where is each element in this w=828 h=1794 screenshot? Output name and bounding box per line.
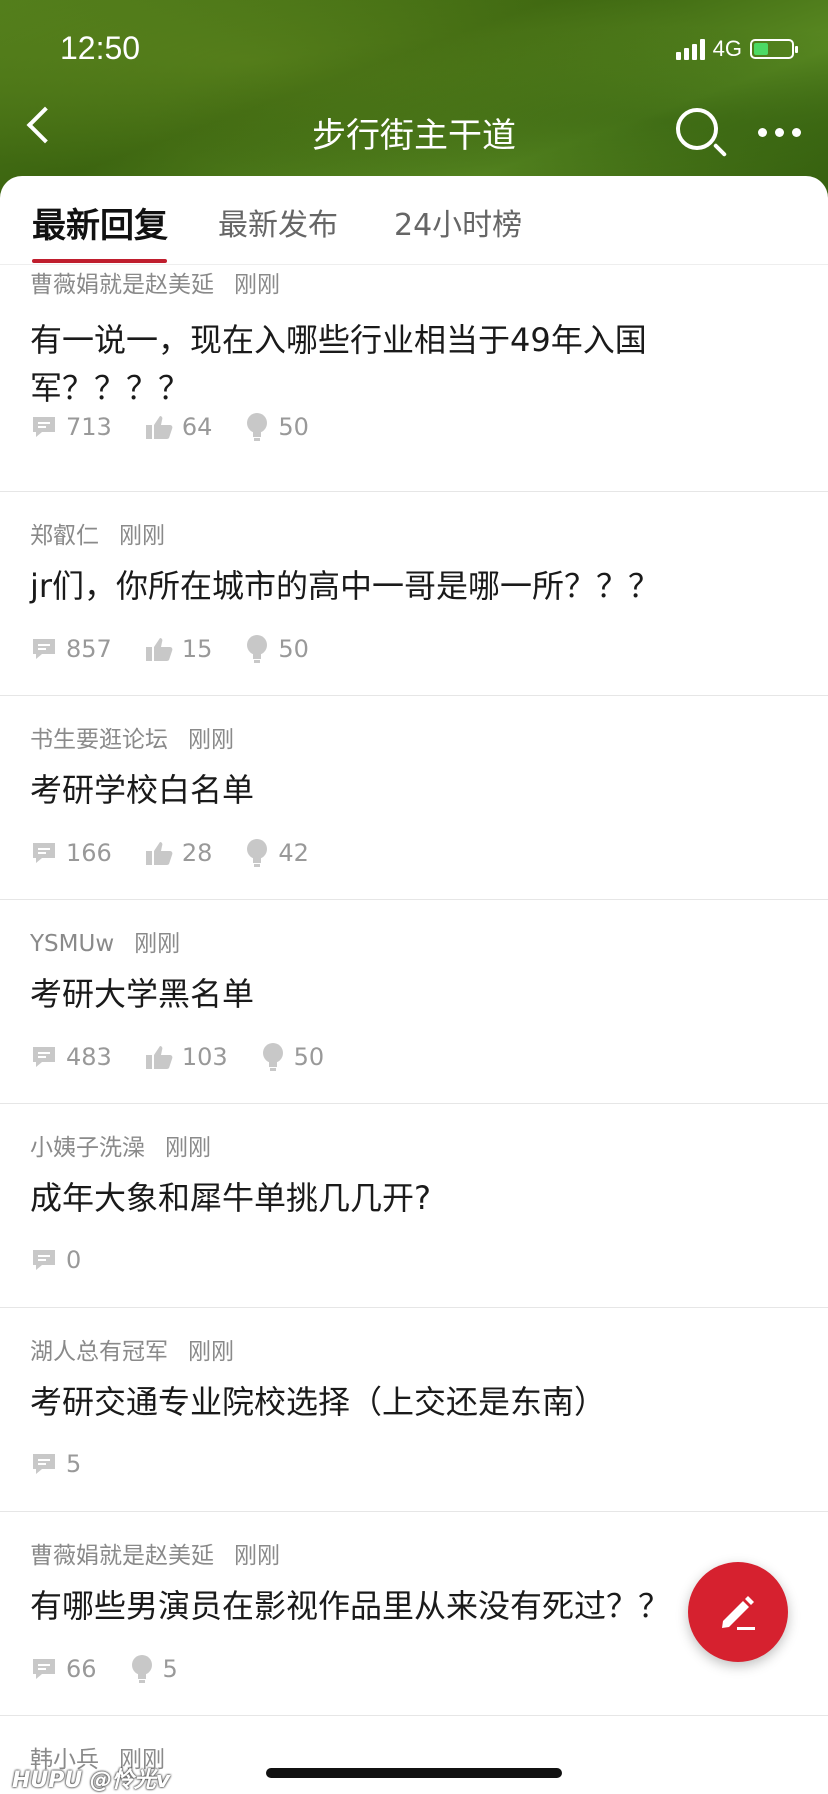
home-indicator[interactable] (266, 1768, 562, 1778)
reply-icon (33, 1659, 55, 1679)
reply-count: 483 (30, 1043, 112, 1071)
post-time: 刚刚 (165, 1135, 211, 1161)
reply-icon (33, 1454, 55, 1474)
search-icon[interactable] (676, 108, 718, 150)
post-title[interactable]: 有一说一，现在入哪些行业相当于49年入国军？？？？ (30, 316, 708, 412)
post-stats: 857 15 50 (30, 634, 341, 664)
watermark: HUPU @怜光v (12, 1768, 171, 1793)
post-stats: 5 (30, 1450, 113, 1478)
post-meta: 曹薇娟就是赵美延 刚刚 (30, 1536, 280, 1570)
tab-24h-rank[interactable]: 24小时榜 (394, 200, 522, 244)
post-title[interactable]: 成年大象和犀牛单挑几几开? (30, 1174, 708, 1222)
post-time: 刚刚 (234, 272, 280, 298)
reply-icon (33, 1047, 55, 1067)
author-name[interactable]: 小姨子洗澡 (30, 1135, 145, 1161)
list-item[interactable]: YSMUw 刚刚 考研大学黑名单 483 103 50 (0, 900, 828, 1104)
network-type: 4G (712, 36, 742, 61)
reply-count: 0 (30, 1246, 81, 1274)
author-name[interactable]: YSMUw (30, 931, 114, 957)
list-item[interactable]: 小姨子洗澡 刚刚 成年大象和犀牛单挑几几开? 0 (0, 1104, 828, 1308)
like-count[interactable]: 64 (144, 413, 212, 441)
reply-icon (33, 417, 55, 437)
light-icon (247, 413, 268, 441)
like-icon (145, 416, 173, 439)
reply-count: 66 (30, 1655, 97, 1683)
author-name[interactable]: 曹薇娟就是赵美延 (30, 1543, 214, 1569)
post-stats: 0 (30, 1246, 113, 1274)
post-meta: 湖人总有冠军 刚刚 (30, 1332, 234, 1366)
author-name[interactable]: 曹薇娟就是赵美延 (30, 272, 214, 298)
list-item[interactable]: 曹薇娟就是赵美延 刚刚 有一说一，现在入哪些行业相当于49年入国军？？？？ 713… (0, 264, 828, 492)
post-meta: YSMUw 刚刚 (30, 924, 180, 958)
like-icon (145, 1046, 173, 1069)
list-item[interactable]: 书生要逛论坛 刚刚 考研学校白名单 166 28 42 (0, 696, 828, 900)
tab-latest-post[interactable]: 最新发布 (218, 200, 338, 244)
tab-underline (32, 259, 167, 263)
post-title[interactable]: 有哪些男演员在影视作品里从来没有死过？？ (30, 1582, 768, 1630)
status-indicators: 4G (675, 36, 798, 62)
post-time: 刚刚 (134, 931, 181, 957)
reply-icon (33, 639, 55, 659)
post-meta: 书生要逛论坛 刚刚 (30, 720, 234, 754)
list-item[interactable]: 郑叡仁 刚刚 jr们，你所在城市的高中一哥是哪一所？？？ 857 15 50 (0, 492, 828, 696)
post-time: 刚刚 (188, 727, 234, 753)
post-title[interactable]: 考研学校白名单 (30, 766, 708, 814)
signal-icon (675, 38, 705, 60)
post-meta: 郑叡仁 刚刚 (30, 516, 165, 550)
reply-icon (33, 843, 55, 863)
light-count[interactable]: 5 (129, 1654, 178, 1684)
like-icon (145, 638, 173, 661)
post-title[interactable]: jr们，你所在城市的高中一哥是哪一所？？？ (30, 562, 708, 610)
header: 12:50 4G 步行街主干道 (0, 0, 828, 200)
like-count[interactable]: 103 (144, 1043, 228, 1071)
light-icon (262, 1043, 283, 1071)
reply-count: 166 (30, 839, 112, 867)
light-count[interactable]: 50 (244, 412, 309, 442)
post-time: 刚刚 (119, 523, 165, 549)
reply-count: 5 (30, 1450, 81, 1478)
post-stats: 66 5 (30, 1654, 210, 1684)
post-time: 刚刚 (188, 1339, 234, 1365)
light-count[interactable]: 50 (260, 1042, 324, 1072)
author-name[interactable]: 书生要逛论坛 (30, 727, 168, 753)
tab-latest-reply[interactable]: 最新回复 (32, 198, 168, 247)
more-icon[interactable] (758, 128, 801, 137)
light-count[interactable]: 50 (244, 634, 309, 664)
compose-button[interactable] (688, 1562, 788, 1662)
post-title[interactable]: 考研交通专业院校选择（上交还是东南） (30, 1378, 708, 1426)
post-stats: 166 28 42 (30, 838, 341, 868)
list-item[interactable]: 湖人总有冠军 刚刚 考研交通专业院校选择（上交还是东南） 5 (0, 1308, 828, 1512)
post-title[interactable]: 考研大学黑名单 (30, 970, 708, 1018)
author-name[interactable]: 郑叡仁 (30, 523, 99, 549)
content-sheet: 最新回复 最新发布 24小时榜 曹薇娟就是赵美延 刚刚 有一说一，现在入哪些行业相… (0, 176, 828, 1792)
reply-count: 713 (30, 413, 112, 441)
light-icon (247, 635, 268, 663)
tab-bar: 最新回复 最新发布 24小时榜 (0, 176, 828, 265)
status-time: 12:50 (60, 30, 141, 66)
reply-icon (33, 1250, 55, 1270)
like-count[interactable]: 15 (144, 635, 212, 663)
author-name[interactable]: 湖人总有冠军 (30, 1339, 168, 1365)
light-icon (131, 1655, 152, 1683)
post-meta: 小姨子洗澡 刚刚 (30, 1128, 211, 1162)
like-count[interactable]: 28 (144, 839, 212, 867)
light-count[interactable]: 42 (244, 838, 309, 868)
light-icon (247, 839, 268, 867)
post-stats: 713 64 50 (30, 412, 341, 442)
edit-icon (722, 1596, 755, 1630)
battery-icon (750, 39, 798, 59)
reply-count: 857 (30, 635, 112, 663)
post-meta: 曹薇娟就是赵美延 刚刚 (30, 265, 280, 299)
post-list: 曹薇娟就是赵美延 刚刚 有一说一，现在入哪些行业相当于49年入国军？？？？ 713… (0, 264, 828, 1792)
post-time: 刚刚 (234, 1543, 280, 1569)
like-icon (145, 842, 173, 865)
post-stats: 483 103 50 (30, 1042, 356, 1072)
